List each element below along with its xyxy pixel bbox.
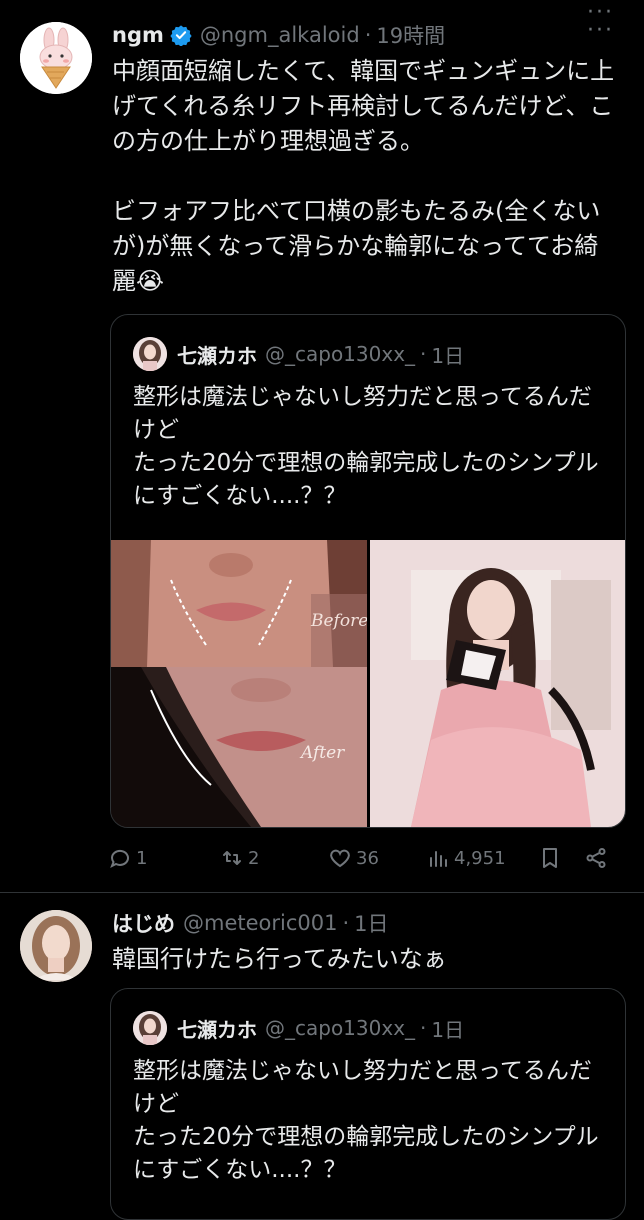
quoted-tweet[interactable]: 七瀬カホ @_capo130xx_ · 1日 整形は魔法じゃないし努力だと思って… xyxy=(110,988,626,1220)
verified-badge-icon xyxy=(170,25,192,46)
tweet-header: ngm @ngm_alkaloid · 19時間 xyxy=(112,20,445,50)
divider xyxy=(0,892,644,893)
quoted-tweet-header: 七瀬カホ @_capo130xx_ · 1日 xyxy=(133,1011,464,1045)
quoted-tweet-text: 整形は魔法じゃないし努力だと思ってるんだけど たった20分で理想の輪郭完成したの… xyxy=(133,384,599,509)
display-name[interactable]: はじめ xyxy=(112,908,175,938)
timestamp[interactable]: 1日 xyxy=(431,1014,464,1043)
avatar[interactable] xyxy=(133,1011,167,1045)
after-label: After xyxy=(299,743,345,763)
quoted-tweet-text: 整形は魔法じゃないし努力だと思ってるんだけど たった20分で理想の輪郭完成したの… xyxy=(133,1058,599,1183)
separator-dot: · xyxy=(420,342,427,366)
share-button[interactable] xyxy=(584,846,612,870)
tweet-text: 韓国行けたら行ってみたいなぁ xyxy=(112,945,447,973)
display-name[interactable]: ngm xyxy=(112,23,164,47)
separator-dot: · xyxy=(420,1016,427,1040)
repost-icon xyxy=(223,851,241,865)
bunny-icecream-avatar-icon xyxy=(20,22,92,94)
views-button[interactable]: 4,951 xyxy=(426,846,506,870)
timestamp[interactable]: 19時間 xyxy=(376,20,445,50)
bookmark-button[interactable] xyxy=(538,846,566,870)
views-chart-icon xyxy=(430,851,447,867)
bookmark-icon xyxy=(543,848,557,868)
user-handle[interactable]: @ngm_alkaloid xyxy=(200,23,360,47)
media-grid: Before After xyxy=(111,540,625,827)
tweet-header: はじめ @meteoric001 · 1日 xyxy=(112,908,389,938)
timestamp[interactable]: 1日 xyxy=(431,340,464,369)
user-handle[interactable]: @meteoric001 xyxy=(183,911,337,935)
repost-button[interactable]: 2 xyxy=(220,846,259,870)
avatar[interactable] xyxy=(20,22,92,94)
portrait-avatar-icon xyxy=(20,910,92,982)
user-handle[interactable]: @_capo130xx_ xyxy=(265,342,415,366)
repost-count: 2 xyxy=(248,847,260,869)
quoted-tweet-header: 七瀬カホ @_capo130xx_ · 1日 xyxy=(133,337,464,371)
quoted-tweet[interactable]: 七瀬カホ @_capo130xx_ · 1日 整形は魔法じゃないし努力だと思って… xyxy=(110,314,626,828)
heart-icon xyxy=(330,849,350,868)
tweet[interactable]: ngm @ngm_alkaloid · 19時間 ··· 中顔面短縮したくて、韓… xyxy=(0,0,644,893)
portrait-photo[interactable] xyxy=(370,540,625,827)
display-name[interactable]: 七瀬カホ xyxy=(177,340,257,369)
before-after-photo[interactable]: Before After xyxy=(111,540,368,827)
timestamp[interactable]: 1日 xyxy=(354,908,388,938)
tweet-actions: 1 2 36 4,951 xyxy=(108,846,628,878)
display-name[interactable]: 七瀬カホ xyxy=(177,1014,257,1043)
reply-icon xyxy=(110,849,129,869)
user-handle[interactable]: @_capo130xx_ xyxy=(265,1016,415,1040)
reply-button[interactable]: 1 xyxy=(108,846,147,870)
more-options-icon[interactable]: ··· xyxy=(587,0,614,25)
reply-count: 1 xyxy=(136,847,148,869)
like-count: 36 xyxy=(356,847,379,869)
portrait-avatar-icon xyxy=(133,337,167,371)
like-button[interactable]: 36 xyxy=(328,846,379,870)
avatar[interactable] xyxy=(20,910,92,982)
portrait-avatar-icon xyxy=(133,1011,167,1045)
avatar[interactable] xyxy=(133,337,167,371)
separator-dot: · xyxy=(342,911,350,935)
separator-dot: · xyxy=(364,23,372,47)
views-count: 4,951 xyxy=(454,847,506,869)
share-icon xyxy=(586,848,606,868)
tweet-text: 中顔面短縮したくて、韓国でギュンギュンに上げてくれる糸リフト再検討してるんだけど… xyxy=(112,57,615,295)
before-label: Before xyxy=(310,611,368,631)
